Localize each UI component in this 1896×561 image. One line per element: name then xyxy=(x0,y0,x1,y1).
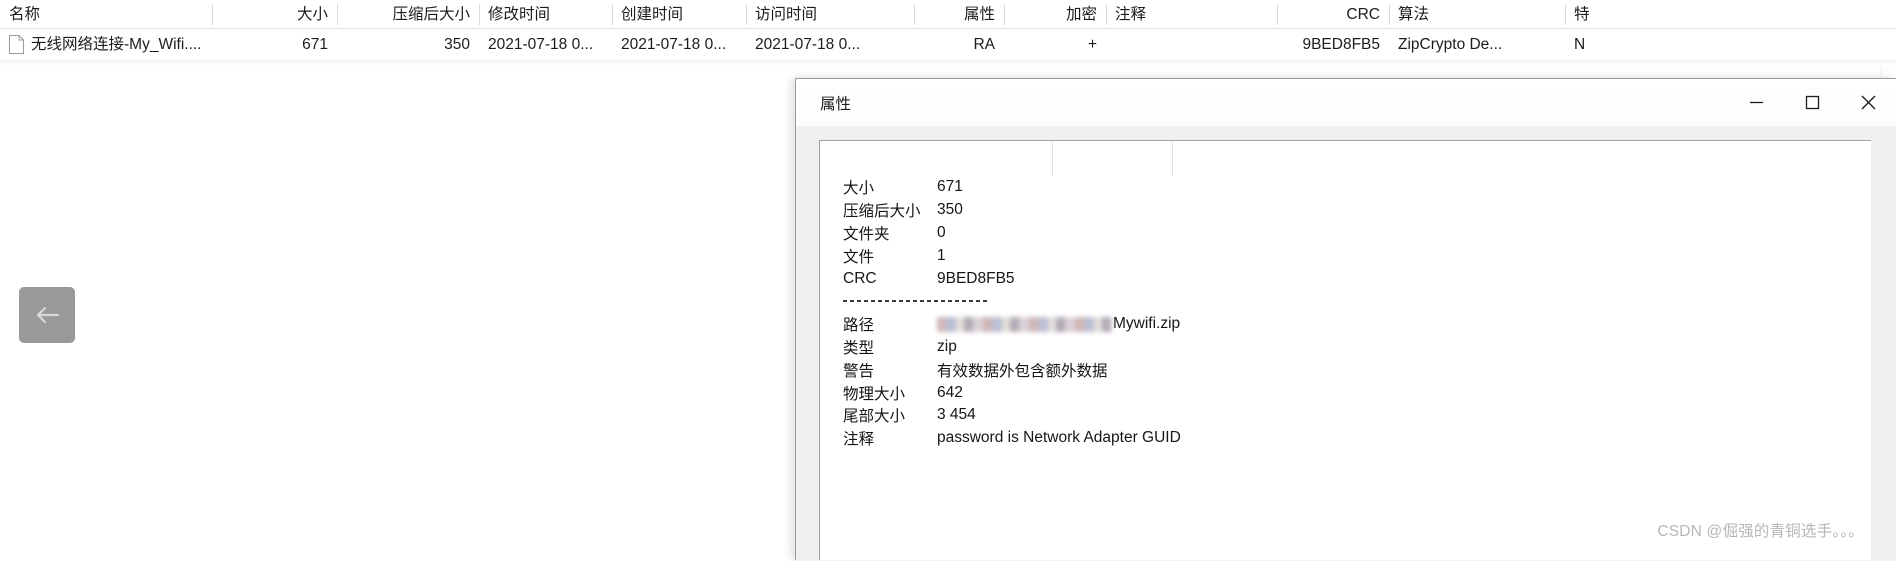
cell-name[interactable]: 无线网络连接-My_Wifi.... xyxy=(0,29,212,60)
property-key: 注释 xyxy=(843,431,875,449)
property-value: 3 454 xyxy=(937,406,976,424)
property-row-path: 路径 Mywifi.zip xyxy=(820,313,1871,336)
cell-modified: 2021-07-18 0... xyxy=(488,36,594,53)
dashed-divider xyxy=(843,300,989,303)
property-row-warning: 警告 有效数据外包含额外数据 xyxy=(820,358,1871,381)
table-row[interactable]: 无线网络连接-My_Wifi.... 671 350 2021-07-18 0.… xyxy=(0,29,1896,60)
property-key: 大小 xyxy=(843,180,875,198)
column-header-comment[interactable]: 注释 xyxy=(1106,0,1277,29)
property-key: 压缩后大小 xyxy=(843,203,921,221)
properties-dialog: 属性 大小 671 压缩后大小 350 文件夹 0 文件 1 CRC 9BED8… xyxy=(795,78,1896,561)
property-row-comment: 注释 password is Network Adapter GUID xyxy=(820,427,1871,450)
property-row-tail-size: 尾部大小 3 454 xyxy=(820,404,1871,427)
cell-attributes: RA xyxy=(973,36,995,53)
column-header-modified[interactable]: 修改时间 xyxy=(479,0,612,29)
property-key: 类型 xyxy=(843,339,875,357)
property-row-size: 大小 671 xyxy=(820,176,1871,199)
cell-size: 671 xyxy=(302,36,328,53)
column-header-size[interactable]: 大小 xyxy=(212,0,337,29)
property-key: 文件夹 xyxy=(843,225,890,243)
property-value-path: Mywifi.zip xyxy=(937,315,1180,333)
column-header-name[interactable]: 名称 xyxy=(0,0,212,29)
cell-accessed: 2021-07-18 0... xyxy=(755,36,861,53)
column-header-created[interactable]: 创建时间 xyxy=(612,0,746,29)
window-controls xyxy=(1728,79,1896,126)
property-value: 1 xyxy=(937,246,946,264)
dialog-body: 大小 671 压缩后大小 350 文件夹 0 文件 1 CRC 9BED8FB5… xyxy=(796,127,1896,561)
property-value: password is Network Adapter GUID xyxy=(937,429,1181,447)
property-key: 尾部大小 xyxy=(843,408,906,426)
arrow-left-icon xyxy=(36,306,60,324)
cell-created: 2021-07-18 0... xyxy=(621,36,727,53)
cell-comment xyxy=(1106,29,1277,60)
file-list-header[interactable]: 名称 大小 压缩后大小 修改时间 创建时间 访问时间 属性 加密 注释 CRC … xyxy=(0,0,1896,29)
property-key: 警告 xyxy=(843,362,875,380)
minimize-button[interactable] xyxy=(1728,79,1784,126)
dialog-titlebar[interactable]: 属性 xyxy=(796,79,1896,127)
property-row-type: 类型 zip xyxy=(820,336,1871,359)
redacted-path-blur xyxy=(937,316,1112,332)
property-key: CRC xyxy=(843,269,877,287)
column-header-attributes[interactable]: 属性 xyxy=(914,0,1004,29)
column-header-accessed[interactable]: 访问时间 xyxy=(746,0,914,29)
properties-listview[interactable]: 大小 671 压缩后大小 350 文件夹 0 文件 1 CRC 9BED8FB5… xyxy=(819,140,1871,560)
column-header-method[interactable]: 算法 xyxy=(1389,0,1565,29)
property-value: 642 xyxy=(937,383,963,401)
property-key: 物理大小 xyxy=(843,385,906,403)
column-header-characteristics[interactable]: 特 xyxy=(1565,0,1625,29)
property-row-packed-size: 压缩后大小 350 xyxy=(820,199,1871,222)
properties-separator xyxy=(820,290,1871,313)
previous-image-button[interactable] xyxy=(19,287,75,343)
file-name-label: 无线网络连接-My_Wifi.... xyxy=(31,36,202,53)
column-header-packed-size[interactable]: 压缩后大小 xyxy=(337,0,479,29)
property-value: 671 xyxy=(937,178,963,196)
listview-column-divider xyxy=(1052,141,1053,176)
column-header-encrypted[interactable]: 加密 xyxy=(1004,0,1106,29)
file-icon xyxy=(9,35,24,54)
cell-method: ZipCrypto De... xyxy=(1398,36,1503,53)
cell-crc: 9BED8FB5 xyxy=(1302,36,1380,53)
minimize-icon xyxy=(1749,101,1763,104)
path-filename: Mywifi.zip xyxy=(1113,315,1181,333)
property-row-crc: CRC 9BED8FB5 xyxy=(820,267,1871,290)
property-value: 0 xyxy=(937,223,946,241)
maximize-button[interactable] xyxy=(1784,79,1840,126)
property-row-folders: 文件夹 0 xyxy=(820,222,1871,245)
cell-encrypted: + xyxy=(1087,36,1097,53)
property-value: 9BED8FB5 xyxy=(937,269,1015,287)
dialog-title: 属性 xyxy=(820,95,852,113)
property-key: 路径 xyxy=(843,317,875,335)
maximize-icon xyxy=(1805,95,1819,110)
close-icon xyxy=(1861,95,1875,110)
csdn-watermark: CSDN @倔强的青铜选手。。。 xyxy=(1657,523,1864,540)
property-value: 有效数据外包含额外数据 xyxy=(937,362,1108,380)
column-header-crc[interactable]: CRC xyxy=(1277,0,1389,29)
listview-column-divider-2 xyxy=(1172,141,1173,176)
cell-characteristics: N xyxy=(1574,36,1586,53)
property-value: zip xyxy=(937,337,957,355)
property-key: 文件 xyxy=(843,248,875,266)
close-button[interactable] xyxy=(1840,79,1896,126)
list-body-top-shadow xyxy=(0,60,1896,66)
property-value: 350 xyxy=(937,201,963,219)
properties-table: 大小 671 压缩后大小 350 文件夹 0 文件 1 CRC 9BED8FB5… xyxy=(820,176,1871,450)
property-row-physical-size: 物理大小 642 xyxy=(820,381,1871,404)
property-row-files: 文件 1 xyxy=(820,244,1871,267)
cell-packed-size: 350 xyxy=(444,36,470,53)
